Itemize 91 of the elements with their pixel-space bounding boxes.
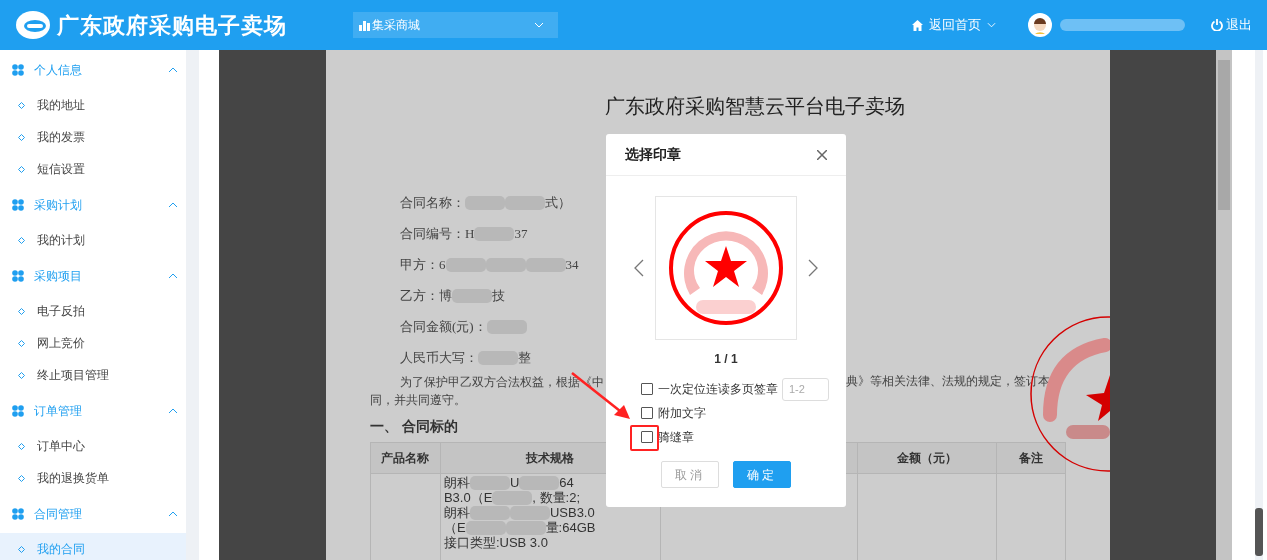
chevron-up-icon bbox=[168, 510, 178, 517]
grid-icon bbox=[12, 507, 24, 520]
highlight-box bbox=[630, 425, 659, 451]
document-text: 乙方：博 bbox=[400, 286, 452, 305]
diamond-icon bbox=[18, 474, 25, 482]
sidebar-item[interactable]: 我的退换货单 bbox=[0, 462, 186, 494]
option-label: 一次定位连读多页签章 bbox=[658, 381, 778, 398]
document-text: 37 bbox=[514, 224, 528, 243]
diamond-icon bbox=[18, 339, 25, 347]
document-text: 朗科 bbox=[443, 475, 470, 490]
power-icon bbox=[1211, 19, 1223, 31]
chevron-down-icon bbox=[534, 22, 544, 28]
document-text: 合同名称： bbox=[400, 193, 465, 212]
paragraph-text: 为了保护甲乙双方合法权益，根据《中 bbox=[400, 374, 605, 391]
document-title: 广东政府采购智慧云平台电子卖场 bbox=[604, 94, 906, 119]
grid-icon bbox=[12, 63, 24, 76]
document-text: （E bbox=[443, 520, 466, 535]
chevron-up-icon bbox=[168, 407, 178, 414]
diamond-icon bbox=[18, 133, 25, 141]
checkbox[interactable] bbox=[641, 407, 653, 419]
site-title: 广东政府采购电子卖场 bbox=[57, 11, 287, 40]
checkbox[interactable] bbox=[641, 383, 653, 395]
home-icon bbox=[912, 19, 923, 31]
sidebar-group-header[interactable]: 采购计划 bbox=[0, 185, 186, 224]
option-label: 附加文字 bbox=[658, 405, 706, 422]
sidebar-item[interactable]: 我的合同 bbox=[0, 533, 186, 560]
confirm-button[interactable]: 确定 bbox=[733, 461, 791, 488]
document-text: 64 bbox=[559, 475, 574, 490]
sidebar-group-header[interactable]: 个人信息 bbox=[0, 50, 186, 89]
dialog-title: 选择印章 bbox=[625, 145, 681, 164]
redaction-blur bbox=[469, 475, 510, 490]
diamond-icon bbox=[18, 101, 25, 109]
sidebar-item[interactable]: 我的计划 bbox=[0, 224, 186, 256]
column-header: 备注 bbox=[997, 443, 1066, 474]
logo-icon bbox=[15, 10, 51, 40]
close-icon[interactable] bbox=[817, 149, 827, 160]
diamond-icon bbox=[18, 545, 25, 553]
sidebar-group-header[interactable]: 订单管理 bbox=[0, 391, 186, 430]
document-text: USB3.0 bbox=[549, 505, 595, 520]
avatar-icon[interactable] bbox=[1028, 13, 1052, 37]
home-link[interactable]: 返回首页 bbox=[912, 15, 996, 35]
page-indicator: 1 / 1 bbox=[713, 351, 739, 366]
document-text: 34 bbox=[565, 255, 579, 274]
diamond-icon bbox=[18, 371, 25, 379]
diamond-icon bbox=[18, 165, 25, 173]
grid-icon bbox=[12, 269, 24, 282]
grid-icon bbox=[12, 404, 24, 417]
checkbox[interactable] bbox=[641, 431, 653, 443]
document-text: 合同编号：H bbox=[400, 224, 475, 243]
page-range-field[interactable]: 1-2 bbox=[782, 377, 829, 401]
document-text: 技 bbox=[492, 286, 505, 305]
diamond-icon bbox=[18, 236, 25, 244]
sidebar-item[interactable]: 终止项目管理 bbox=[0, 359, 186, 391]
document-text: 朗科 bbox=[443, 505, 470, 520]
scrollbar[interactable] bbox=[1216, 50, 1232, 560]
document-text: B3.0（E bbox=[443, 490, 493, 505]
sidebar-item[interactable]: 订单中心 bbox=[0, 430, 186, 462]
section-heading: 一、 合同标的 bbox=[370, 418, 458, 436]
chevron-up-icon bbox=[168, 272, 178, 279]
document-text: U bbox=[509, 475, 520, 490]
document-text: 式） bbox=[545, 193, 571, 212]
store-select[interactable]: 集采商城 bbox=[353, 12, 558, 38]
sidebar-group-header[interactable]: 合同管理 bbox=[0, 494, 186, 533]
chevron-up-icon bbox=[168, 201, 178, 208]
document-text: 接口类型:USB 3.0 bbox=[443, 535, 548, 550]
document-text: 甲方：6 bbox=[400, 255, 446, 274]
seal-preview[interactable] bbox=[655, 196, 797, 340]
sidebar-group-header[interactable]: 采购项目 bbox=[0, 256, 186, 295]
bar-chart-icon bbox=[359, 19, 370, 31]
column-header: 产品名称 bbox=[371, 443, 441, 474]
sidebar-item[interactable]: 我的地址 bbox=[0, 89, 186, 121]
sidebar-item[interactable]: 电子反拍 bbox=[0, 295, 186, 327]
logout-button[interactable]: 退出 bbox=[1211, 15, 1252, 35]
sidebar-item[interactable]: 网上竞价 bbox=[0, 327, 186, 359]
document-text: , 数量:2; bbox=[532, 490, 580, 505]
grid-icon bbox=[12, 198, 24, 211]
chevron-down-icon bbox=[987, 22, 996, 28]
document-text: 合同金额(元)： bbox=[400, 317, 487, 336]
scrollbar[interactable] bbox=[1255, 50, 1263, 560]
column-header: 金额（元） bbox=[858, 443, 998, 474]
cancel-button[interactable]: 取消 bbox=[661, 461, 719, 488]
diamond-icon bbox=[18, 307, 25, 315]
paragraph-text: 同，并共同遵守。 bbox=[370, 392, 466, 409]
sidebar-item[interactable]: 短信设置 bbox=[0, 153, 186, 185]
document-text: 整 bbox=[518, 348, 531, 367]
sidebar-item[interactable]: 我的发票 bbox=[0, 121, 186, 153]
document-text: 人民币大写： bbox=[400, 348, 478, 367]
diamond-icon bbox=[18, 442, 25, 450]
redaction-blur bbox=[519, 475, 560, 490]
chevron-up-icon bbox=[168, 66, 178, 73]
document-text: 量:64GB bbox=[545, 520, 596, 535]
